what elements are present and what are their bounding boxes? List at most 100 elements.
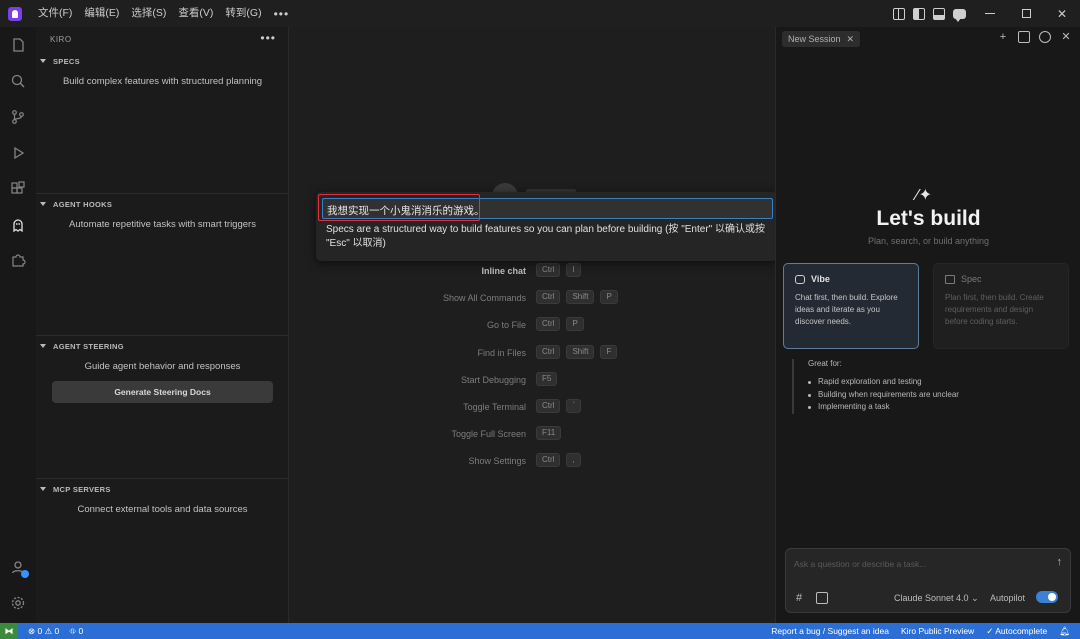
shortcut-keys: F11 [536, 426, 567, 441]
specs-title: SPECS [53, 56, 80, 66]
toggle-panel-icon[interactable] [933, 7, 945, 20]
maximize-button[interactable] [1008, 0, 1044, 27]
kiro-ghost-icon[interactable] [9, 216, 27, 234]
spec-mode-card[interactable]: Spec Plan first, then build. Create requ… [933, 263, 1069, 349]
activity-bar [0, 27, 36, 623]
keybinding-key: ` [566, 399, 582, 413]
sidebar-title-text: KIRO [50, 34, 72, 44]
shortcut-keys: Ctrl, [536, 453, 587, 468]
mcp-servers-desc: Connect external tools and data sources [77, 504, 248, 515]
run-debug-icon[interactable] [9, 144, 27, 162]
quick-input-widget: 我想实现一个小鬼消消乐的游戏。 Specs are a structured w… [316, 192, 778, 261]
shortcut-label[interactable]: Toggle Terminal [463, 402, 526, 412]
autopilot-toggle[interactable] [1036, 591, 1058, 603]
vibe-title: Vibe [811, 274, 830, 284]
chat-input-box[interactable]: Ask a question or describe a task... ↑ #… [785, 548, 1071, 613]
quick-input-field[interactable]: 我想实现一个小鬼消消乐的游戏。 [322, 198, 773, 219]
shortcut-keys: Ctrl ` [536, 399, 587, 413]
search-icon[interactable] [9, 72, 27, 90]
keybinding-key: F [600, 344, 618, 359]
spec-desc: Plan first, then build. Create requireme… [945, 293, 1044, 326]
keybinding-key: I [566, 263, 581, 277]
list-item: Implementing a task [808, 401, 959, 414]
menu-go[interactable]: 转到(G) [219, 0, 267, 27]
explorer-icon[interactable] [9, 36, 27, 54]
great-for-title: Great for: [808, 359, 842, 368]
document-icon [945, 274, 955, 284]
source-control-icon[interactable] [9, 108, 27, 126]
shortcut-label[interactable]: Start Debugging [461, 375, 526, 385]
vibe-desc: Chat first, then build. Explore ideas an… [795, 293, 898, 326]
shortcut-label[interactable]: Find in Files [477, 348, 526, 358]
keybinding-key: , [566, 453, 581, 468]
account-badge [21, 570, 29, 578]
vibe-mode-card[interactable]: Vibe Chat first, then build. Explore ide… [783, 263, 919, 349]
shortcut-keys: Ctrl I [536, 263, 587, 277]
new-session-icon[interactable]: + [997, 31, 1009, 43]
shortcut-keys: Ctrl Shift F [536, 344, 623, 359]
toggle-sidebar-icon[interactable] [913, 7, 925, 20]
close-tab-icon[interactable]: ✕ [847, 34, 855, 45]
shortcut-label[interactable]: Show Settings [468, 456, 526, 466]
session-history-icon[interactable] [1018, 31, 1030, 43]
agent-hooks-section-header[interactable]: AGENT HOOKS [36, 194, 289, 214]
shortcut-label[interactable]: Toggle Full Screen [451, 429, 526, 439]
shortcut-label[interactable]: Go to File [487, 320, 526, 330]
model-selector[interactable]: Claude Sonnet 4.0 ⌄ [894, 593, 979, 604]
shortcut-label[interactable]: Show All Commands [443, 293, 526, 303]
hash-context-icon[interactable]: # [796, 592, 802, 604]
list-item: Rapid exploration and testing [808, 376, 959, 389]
menu-view[interactable]: 查看(V) [172, 0, 219, 27]
menu-edit[interactable]: 编辑(E) [78, 0, 125, 27]
menu-more-button[interactable]: ••• [268, 7, 296, 21]
tab-new-session[interactable]: New Session ✕ [782, 31, 861, 47]
send-arrow-icon[interactable]: ↑ [1057, 556, 1063, 568]
sidebar-more-button[interactable]: ••• [260, 31, 276, 45]
quick-input-message: Specs are a structured way to build feat… [326, 224, 765, 249]
remote-icon[interactable]: ⧓ [0, 623, 18, 639]
keybinding-key: Ctrl [536, 290, 561, 305]
chevron-down-icon [40, 487, 46, 491]
shortcut-row: Show All Commands Ctrl Shift P [290, 290, 774, 308]
puzzle-icon[interactable] [9, 251, 27, 269]
generate-steering-docs-button[interactable]: Generate Steering Docs [52, 381, 273, 403]
settings-gear-icon[interactable] [9, 594, 27, 612]
shortcut-label[interactable]: Inline chat [481, 266, 526, 276]
list-item: Building when requirements are unclear [808, 389, 959, 402]
image-attach-icon[interactable] [816, 592, 828, 604]
report-bug-link[interactable]: Report a bug / Suggest an idea [771, 626, 889, 636]
mcp-servers-section-header[interactable]: MCP SERVERS [36, 479, 289, 499]
ports-status[interactable]: ⛗ 0 [69, 626, 83, 637]
agent-steering-desc: Guide agent behavior and responses [84, 361, 241, 372]
problems-status[interactable]: ⊗ 0 ⚠ 0 [28, 626, 59, 637]
lets-build-subheading: Plan, search, or build anything [867, 236, 990, 246]
customize-layout-icon[interactable] [893, 7, 905, 20]
specs-section-header[interactable]: SPECS [36, 51, 289, 71]
agent-steering-section-header[interactable]: AGENT STEERING [36, 336, 289, 356]
notifications-bell-icon[interactable]: 🔔︎ [1059, 626, 1070, 637]
kiro-sidebar: KIRO ••• SPECS Build complex features wi… [36, 27, 289, 623]
title-bar: 文件(F) 编辑(E) 选择(S) 查看(V) 转到(G) ••• ✕ [0, 0, 1080, 27]
toggle-chat-icon[interactable] [953, 8, 966, 22]
menu-selection[interactable]: 选择(S) [125, 0, 172, 27]
minimize-button[interactable] [972, 0, 1008, 27]
account-icon[interactable] [9, 558, 29, 578]
extensions-icon[interactable] [9, 180, 27, 198]
close-panel-icon[interactable]: ✕ [1060, 31, 1072, 43]
agent-hooks-section: AGENT HOOKS Automate repetitive tasks wi… [36, 193, 289, 335]
chat-panel: New Session ✕ + ✕ ⁄✦ Let's build Plan, s… [775, 27, 1080, 623]
mcp-servers-section: MCP SERVERS Connect external tools and d… [36, 478, 289, 623]
revert-icon[interactable] [1039, 31, 1051, 43]
chevron-down-icon [40, 202, 46, 206]
close-window-button[interactable]: ✕ [1044, 0, 1080, 27]
menu-file[interactable]: 文件(F) [32, 0, 78, 27]
public-preview-status[interactable]: Kiro Public Preview [901, 626, 974, 636]
keybinding-key: P [566, 317, 584, 332]
shortcut-keys: Ctrl Shift P [536, 290, 624, 305]
status-bar: ⧓ ⊗ 0 ⚠ 0 ⛗ 0 Report a bug / Suggest an … [0, 623, 1080, 639]
mcp-servers-title: MCP SERVERS [53, 484, 111, 494]
chevron-down-icon [40, 344, 46, 348]
autocomplete-status[interactable]: ✓ Autocomplete [986, 626, 1047, 637]
chat-bubble-icon [795, 274, 805, 284]
shortcut-row: Toggle Full Screen F11 [290, 426, 774, 444]
